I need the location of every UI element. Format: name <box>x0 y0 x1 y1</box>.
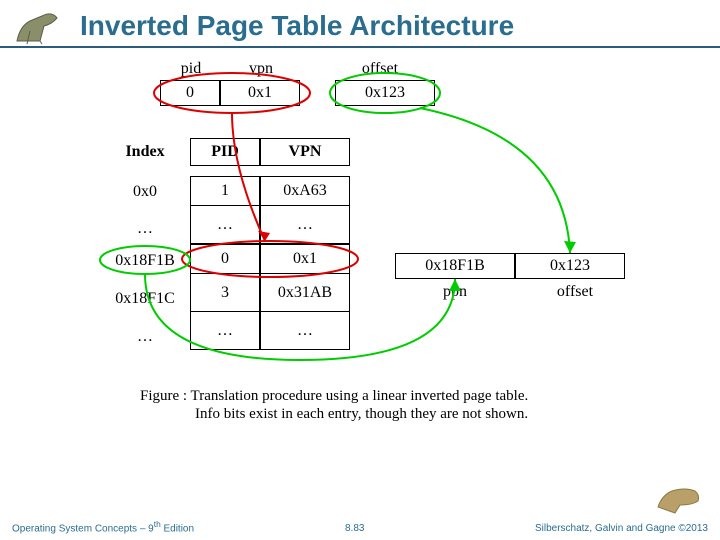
caption-line1: Figure : Translation procedure using a l… <box>140 388 528 405</box>
footer-left-sup: th <box>154 519 161 529</box>
va-vpn-cell: 0x1 <box>220 80 300 106</box>
diagram-content: pid vpn offset 0 0x1 0x123 Index PID VPN… <box>0 48 720 488</box>
footer-left-a: Operating System Concepts – 9 <box>12 523 154 534</box>
row3-vpn: 0x31AB <box>260 274 350 312</box>
label-pid: pid <box>176 60 206 78</box>
row0-vpn: 0xA63 <box>260 176 350 206</box>
hdr-vpn: VPN <box>260 138 350 166</box>
row4-index: … <box>130 328 160 346</box>
row3-pid: 3 <box>190 274 260 312</box>
row2-index: 0x18F1B <box>105 252 185 270</box>
label-pa-offset: offset <box>550 283 600 301</box>
footer-right: Silberschatz, Galvin and Gagne ©2013 <box>535 523 708 534</box>
row1-pid: … <box>190 206 260 244</box>
footer-left: Operating System Concepts – 9th Edition <box>12 519 194 534</box>
footer-left-b: Edition <box>161 523 194 534</box>
label-offset: offset <box>355 60 405 78</box>
caption-line2: Info bits exist in each entry, though th… <box>195 406 528 423</box>
footer-mid: 8.83 <box>345 523 364 534</box>
page-title: Inverted Page Table Architecture <box>80 10 720 42</box>
hdr-pid: PID <box>190 138 260 166</box>
pa-offset-cell: 0x123 <box>515 253 625 279</box>
row0-index: 0x0 <box>115 183 175 201</box>
label-ppn: ppn <box>440 283 470 301</box>
row2-pid: 0 <box>190 244 260 274</box>
row3-index: 0x18F1C <box>105 290 185 308</box>
label-vpn: vpn <box>246 60 276 78</box>
row4-pid: … <box>190 312 260 350</box>
pa-ppn-cell: 0x18F1B <box>395 253 515 279</box>
row1-vpn: … <box>260 206 350 244</box>
dino-right-icon <box>650 477 705 515</box>
va-pid-cell: 0 <box>160 80 220 106</box>
footer: Operating System Concepts – 9th Edition … <box>0 518 720 540</box>
row1-index: … <box>130 220 160 238</box>
hdr-index: Index <box>115 143 175 161</box>
va-offset-cell: 0x123 <box>335 80 435 106</box>
dino-left-icon <box>12 6 67 46</box>
row4-vpn: … <box>260 312 350 350</box>
row0-pid: 1 <box>190 176 260 206</box>
row2-vpn: 0x1 <box>260 244 350 274</box>
